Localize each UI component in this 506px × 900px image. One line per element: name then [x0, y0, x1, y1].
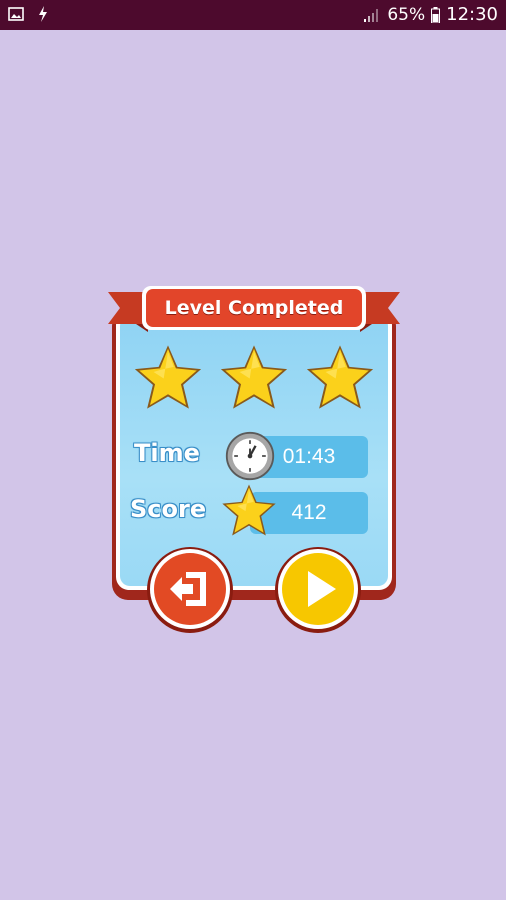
star-icon	[220, 345, 288, 409]
star-icon	[222, 484, 276, 536]
play-button[interactable]	[274, 546, 362, 634]
star-icon	[306, 345, 374, 409]
score-row: 412 Score	[128, 484, 378, 536]
time-label: Time	[134, 439, 200, 467]
battery-percent: 65%	[387, 4, 426, 25]
dialog-title: Level Completed	[164, 297, 344, 319]
exit-button[interactable]	[146, 546, 234, 634]
star-icon	[134, 345, 202, 409]
level-completed-dialog: Level Completed 01:43 Time 412 Score	[108, 284, 400, 644]
time-row: 01:43 Time	[128, 431, 378, 481]
clock-time: 12:30	[446, 4, 498, 25]
score-label: Score	[130, 495, 207, 523]
battery-icon	[431, 6, 441, 23]
stars-rating	[132, 342, 376, 412]
signal-icon	[364, 8, 379, 22]
status-bar: 65% 12:30	[0, 0, 506, 30]
image-icon	[8, 7, 24, 21]
flash-icon	[39, 6, 47, 22]
clock-icon	[225, 431, 275, 481]
